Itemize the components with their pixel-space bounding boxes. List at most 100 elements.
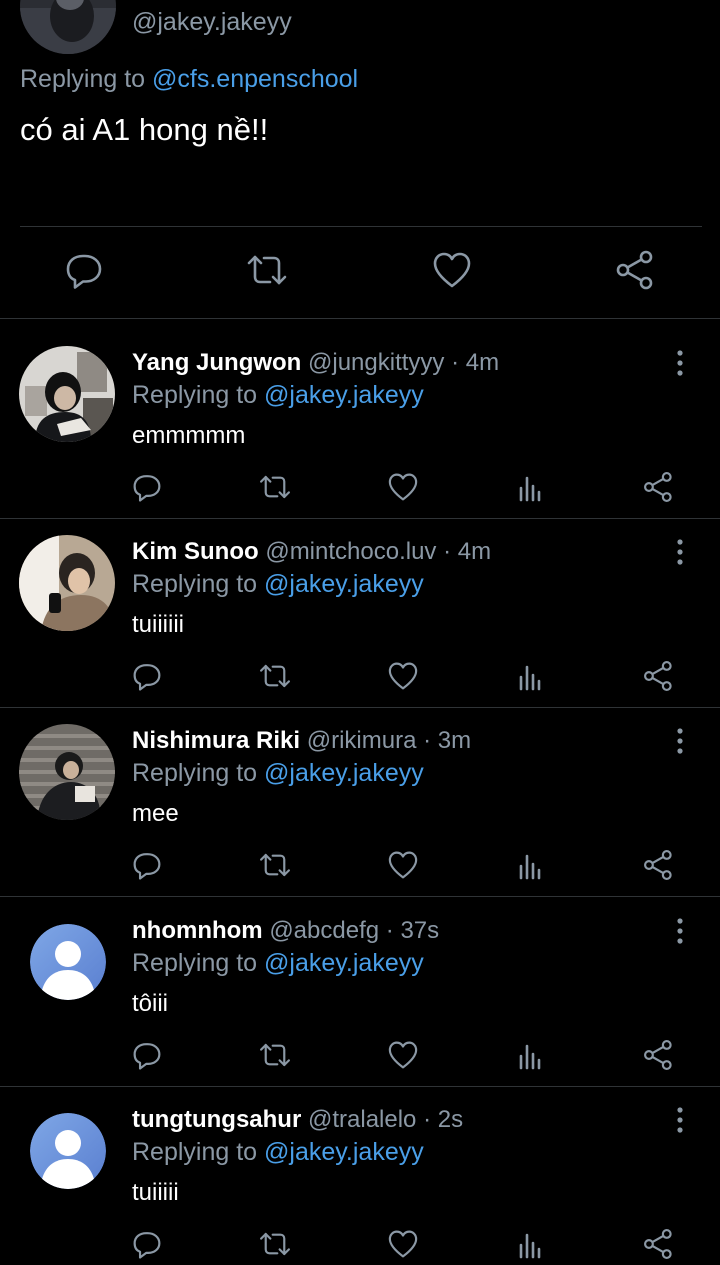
more-icon[interactable] xyxy=(670,350,690,376)
more-icon[interactable] xyxy=(670,728,690,754)
separator-dot: · xyxy=(451,349,460,376)
views-icon[interactable] xyxy=(514,1038,548,1072)
display-name[interactable]: nhomnhom xyxy=(132,917,263,944)
replying-mention-link[interactable]: @cfs.enpenschool xyxy=(152,65,358,93)
replying-to: Replying to @cfs.enpenschool xyxy=(20,65,358,94)
retweet-icon[interactable] xyxy=(258,659,292,693)
reply-icon[interactable] xyxy=(130,848,164,882)
display-name[interactable]: Kim Sunoo xyxy=(132,538,259,565)
more-icon[interactable] xyxy=(670,1107,690,1133)
views-icon[interactable] xyxy=(514,470,548,504)
share-icon[interactable] xyxy=(642,1038,676,1072)
share-icon[interactable] xyxy=(642,1227,676,1261)
timestamp[interactable]: 3m xyxy=(438,727,471,754)
share-icon[interactable] xyxy=(642,659,676,693)
like-icon[interactable] xyxy=(386,470,420,504)
user-handle[interactable]: @jungkittyyy xyxy=(308,349,444,376)
reply-icon[interactable] xyxy=(130,659,164,693)
views-icon[interactable] xyxy=(514,1227,548,1261)
user-handle[interactable]: @rikimura xyxy=(307,727,417,754)
replying-prefix: Replying to xyxy=(132,1138,265,1166)
tweet-action-bar xyxy=(0,248,720,298)
reply-header: nhomnhom @abcdefg · 37s xyxy=(132,917,439,945)
display-name[interactable]: Nishimura Riki xyxy=(132,727,300,754)
avatar[interactable] xyxy=(19,724,115,820)
replying-to: Replying to @jakey.jakeyy xyxy=(132,570,424,599)
timestamp[interactable]: 4m xyxy=(458,538,491,565)
reply-tweet[interactable]: tungtungsahur @tralalelo · 2s Replying t… xyxy=(0,1077,720,1265)
replying-to: Replying to @jakey.jakeyy xyxy=(132,949,424,978)
separator-dot: · xyxy=(443,538,452,565)
retweet-icon[interactable] xyxy=(258,848,292,882)
replying-mention-link[interactable]: @jakey.jakeyy xyxy=(264,381,424,409)
reply-icon[interactable] xyxy=(130,470,164,504)
retweet-icon[interactable] xyxy=(258,1038,292,1072)
avatar[interactable] xyxy=(19,346,115,442)
reply-tweet[interactable]: Nishimura Riki @rikimura · 3m Replying t… xyxy=(0,698,720,886)
reply-header: Nishimura Riki @rikimura · 3m xyxy=(132,727,471,755)
separator-dot: · xyxy=(423,1106,432,1133)
divider xyxy=(20,226,702,227)
reply-tweet[interactable]: nhomnhom @abcdefg · 37s Replying to @jak… xyxy=(0,888,720,1076)
avatar[interactable] xyxy=(19,535,115,631)
like-icon[interactable] xyxy=(386,1038,420,1072)
replying-prefix: Replying to xyxy=(132,570,265,598)
reply-action-bar xyxy=(0,659,720,695)
reply-header: tungtungsahur @tralalelo · 2s xyxy=(132,1106,463,1134)
reply-text: mee xyxy=(132,800,179,827)
user-handle[interactable]: @mintchoco.luv xyxy=(265,538,436,565)
separator-dot: · xyxy=(423,727,432,754)
author-avatar[interactable] xyxy=(20,0,116,54)
reply-icon[interactable] xyxy=(130,1227,164,1261)
reply-header: Yang Jungwon @jungkittyyy · 4m xyxy=(132,349,499,377)
replying-to: Replying to @jakey.jakeyy xyxy=(132,381,424,410)
main-tweet: @jakey.jakeyy Replying to @cfs.enpenscho… xyxy=(0,0,720,318)
reply-tweet[interactable]: Yang Jungwon @jungkittyyy · 4m Replying … xyxy=(0,320,720,508)
reply-text: tôiii xyxy=(132,990,169,1017)
divider xyxy=(0,318,720,319)
more-icon[interactable] xyxy=(672,0,690,10)
tweet-text: có ai A1 hong nề!! xyxy=(20,112,269,147)
retweet-icon[interactable] xyxy=(258,1227,292,1261)
replying-prefix: Replying to xyxy=(132,381,265,409)
like-icon[interactable] xyxy=(386,848,420,882)
reply-text: tuiiiiii xyxy=(132,611,185,638)
replying-mention-link[interactable]: @jakey.jakeyy xyxy=(264,570,424,598)
like-icon[interactable] xyxy=(386,659,420,693)
default-avatar-icon[interactable] xyxy=(30,924,106,1000)
reply-icon[interactable] xyxy=(62,248,106,292)
timestamp[interactable]: 2s xyxy=(438,1106,463,1133)
reply-action-bar xyxy=(0,470,720,506)
like-icon[interactable] xyxy=(430,248,474,292)
author-handle[interactable]: @jakey.jakeyy xyxy=(132,8,292,37)
like-icon[interactable] xyxy=(386,1227,420,1261)
more-icon[interactable] xyxy=(670,918,690,944)
reply-action-bar xyxy=(0,848,720,884)
timestamp[interactable]: 37s xyxy=(400,917,439,944)
replying-to: Replying to @jakey.jakeyy xyxy=(132,759,424,788)
replying-prefix: Replying to xyxy=(132,949,265,977)
reply-icon[interactable] xyxy=(130,1038,164,1072)
reply-header: Kim Sunoo @mintchoco.luv · 4m xyxy=(132,538,491,566)
replying-mention-link[interactable]: @jakey.jakeyy xyxy=(264,1138,424,1166)
views-icon[interactable] xyxy=(514,659,548,693)
replying-prefix: Replying to xyxy=(20,65,153,93)
more-icon[interactable] xyxy=(670,539,690,565)
share-icon[interactable] xyxy=(614,248,658,292)
replying-mention-link[interactable]: @jakey.jakeyy xyxy=(264,759,424,787)
replying-mention-link[interactable]: @jakey.jakeyy xyxy=(264,949,424,977)
separator-dot: · xyxy=(385,917,394,944)
user-handle[interactable]: @abcdefg xyxy=(269,917,379,944)
display-name[interactable]: Yang Jungwon xyxy=(132,349,301,376)
retweet-icon[interactable] xyxy=(258,470,292,504)
user-handle[interactable]: @tralalelo xyxy=(308,1106,416,1133)
share-icon[interactable] xyxy=(642,848,676,882)
display-name[interactable]: tungtungsahur xyxy=(132,1106,301,1133)
reply-tweet[interactable]: Kim Sunoo @mintchoco.luv · 4m Replying t… xyxy=(0,509,720,697)
share-icon[interactable] xyxy=(642,470,676,504)
views-icon[interactable] xyxy=(514,848,548,882)
reply-action-bar xyxy=(0,1038,720,1074)
retweet-icon[interactable] xyxy=(245,248,289,292)
timestamp[interactable]: 4m xyxy=(466,349,499,376)
default-avatar-icon[interactable] xyxy=(30,1113,106,1189)
